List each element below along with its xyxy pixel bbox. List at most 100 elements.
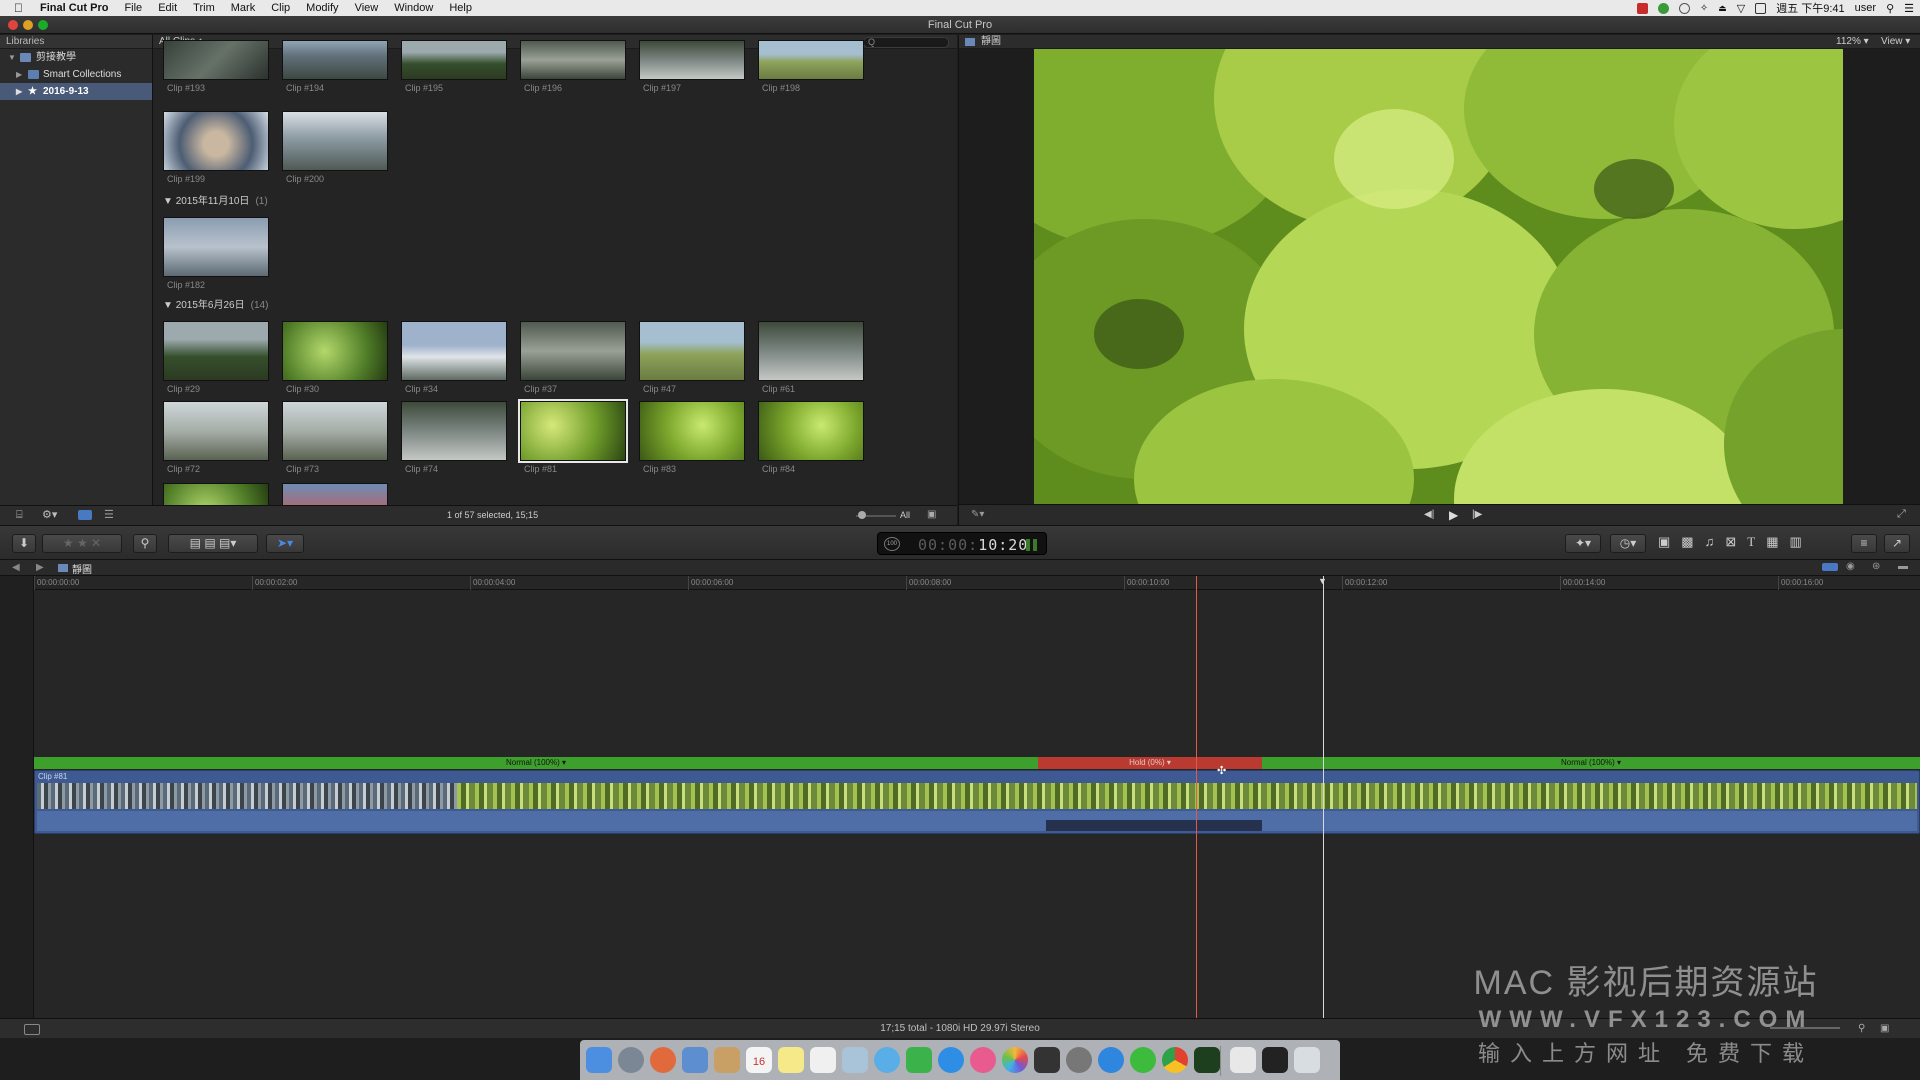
close-window-icon[interactable] [8,20,18,30]
share-button[interactable]: ↗ [1884,534,1910,553]
clip-thumbnail[interactable]: Clip #198 [758,40,864,93]
itunes-icon[interactable] [970,1047,996,1073]
system-preferences-icon[interactable] [1066,1047,1092,1073]
select-tool-button[interactable]: ➤▾ [266,534,304,553]
inspector-toggle-button[interactable]: ≡ [1851,534,1877,553]
fullscreen-icon[interactable]: ⤢ [1897,508,1906,521]
inspector-icon[interactable]: ▣ [1658,534,1670,553]
enhancement-menu-icon[interactable]: ✎▾ [971,509,984,520]
launchpad-icon[interactable] [618,1047,644,1073]
input-method-icon[interactable] [1755,2,1767,14]
solo-icon[interactable]: ◉ [1846,561,1855,572]
snapping-icon[interactable]: ⊛ [1872,561,1880,572]
chrome-icon[interactable] [1162,1047,1188,1073]
safari-icon[interactable] [1098,1047,1124,1073]
messages-icon[interactable] [874,1047,900,1073]
disclosure-closed-icon[interactable]: ▶ [16,83,22,100]
timeline-ruler[interactable]: 00:00:00:00 00:00:02:00 00:00:04:00 00:00:0… [0,576,1920,590]
menu-app[interactable]: Final Cut Pro [40,2,108,14]
chat-status-icon[interactable] [1657,2,1669,14]
sync-icon[interactable] [1678,2,1690,14]
clip-thumbnail[interactable]: Clip #200 [282,111,388,184]
menu-mark[interactable]: Mark [231,2,255,14]
clock[interactable]: 週五 下午9:41 [1776,0,1844,16]
generators-icon[interactable]: ▦ [1766,534,1778,553]
library-toggle-icon[interactable]: ⌸ [16,509,23,522]
clip-thumbnail[interactable]: Clip #29 [163,321,269,394]
audio-skimming-toggle[interactable] [1822,563,1838,571]
smart-collections-item[interactable]: ▶ Smart Collections [0,66,152,83]
transitions-icon[interactable]: ⊠ [1725,534,1736,553]
audio-tool-button[interactable]: ⚲ [133,534,157,553]
apple-icon[interactable]:  [14,1,28,15]
clip-thumbnail[interactable]: Clip #194 [282,40,388,93]
list-view-icon[interactable]: ☰ [104,508,114,521]
search-input[interactable]: Q [863,37,949,48]
timeline-area[interactable]: Normal (100%) ▾ Hold (0%) ▾ Normal (100%… [34,576,1920,1018]
spotlight-icon[interactable]: ⚲ [1886,2,1894,15]
speed-segment-hold[interactable]: Hold (0%) ▾ [1038,757,1262,769]
wifi-icon[interactable]: ▽ [1737,2,1745,15]
document-icon[interactable] [1230,1047,1256,1073]
audio-meter-icon[interactable] [1033,539,1037,551]
notification-center-icon[interactable]: ☰ [1904,2,1914,15]
clip-thumbnail[interactable] [282,483,388,505]
clip-thumbnail[interactable]: Clip #61 [758,321,864,394]
preview-icon[interactable] [682,1047,708,1073]
calendar-icon[interactable]: 16 [746,1047,772,1073]
retime-speed-bar[interactable]: Normal (100%) ▾ Hold (0%) ▾ Normal (100%… [34,757,1920,769]
forward-arrow-icon[interactable]: ▶ [36,562,44,573]
menu-file[interactable]: File [124,2,142,14]
audio-meter-icon[interactable] [1026,539,1030,551]
next-frame-icon[interactable]: |▶ [1472,509,1482,520]
minimize-window-icon[interactable] [23,20,33,30]
menu-clip[interactable]: Clip [271,2,290,14]
photos-icon[interactable]: ▩ [1681,534,1693,553]
background-tasks-badge[interactable]: 100 [884,537,900,551]
final-cut-pro-icon[interactable] [1034,1047,1060,1073]
clip-thumbnail[interactable]: Clip #193 [163,40,269,93]
user-name[interactable]: user [1855,2,1876,14]
clip-thumbnail[interactable]: Clip #83 [639,401,745,474]
photos-app-icon[interactable] [1002,1047,1028,1073]
clip-thumbnail[interactable]: Clip #30 [282,321,388,394]
clip-thumbnail[interactable]: Clip #199 [163,111,269,184]
trash-icon[interactable] [1294,1047,1320,1073]
date-section-header[interactable]: ▼ 2015年11月10日 (1) [163,192,268,207]
playhead[interactable] [1323,576,1324,1018]
app-store-icon[interactable] [938,1047,964,1073]
speed-segment-normal[interactable]: Normal (100%) ▾ [1262,757,1920,769]
contacts-icon[interactable] [714,1047,740,1073]
clip-thumbnail[interactable] [163,483,269,505]
reminders-icon[interactable] [810,1047,836,1073]
timeline-clip[interactable]: Clip #81 [34,770,1920,834]
eject-icon[interactable]: ⏏ [1718,3,1727,14]
import-button[interactable]: ⬇ [12,534,36,553]
menu-trim[interactable]: Trim [193,2,215,14]
slider-knob[interactable] [858,511,866,519]
zoom-window-icon[interactable] [38,20,48,30]
disclosure-closed-icon[interactable]: ▶ [16,66,22,83]
status-app-icon[interactable] [1636,2,1648,14]
enhance-menu-button[interactable]: ✦▾ [1565,534,1601,553]
event-item-selected[interactable]: ▶ ★ 2016-9-13 [0,83,152,100]
view-menu[interactable]: View ▾ [1881,35,1910,49]
gear-icon[interactable]: ⚙▾ [42,508,57,521]
back-arrow-icon[interactable]: ◀ [12,562,20,573]
menu-view[interactable]: View [355,2,379,14]
clip-thumbnail[interactable]: Clip #73 [282,401,388,474]
network-icon[interactable]: ✧ [1700,3,1708,14]
titles-icon[interactable]: T [1747,534,1755,553]
clip-thumbnail[interactable]: Clip #195 [401,40,507,93]
timeline-index-icon[interactable] [24,1024,40,1035]
menu-modify[interactable]: Modify [306,2,338,14]
disclosure-open-icon[interactable]: ▼ [163,300,173,311]
clip-thumbnail[interactable]: Clip #182 [163,217,269,290]
clip-thumbnail[interactable]: Clip #196 [520,40,626,93]
dashboard-timecode[interactable]: 100 00:00:10:20 [877,532,1047,555]
previous-frame-icon[interactable]: ◀| [1424,509,1434,520]
notes-icon[interactable] [778,1047,804,1073]
clip-thumbnail-selected[interactable]: Clip #81 [518,399,628,474]
themes-icon[interactable]: ▥ [1790,534,1802,553]
duration-all-label[interactable]: All [900,510,910,520]
